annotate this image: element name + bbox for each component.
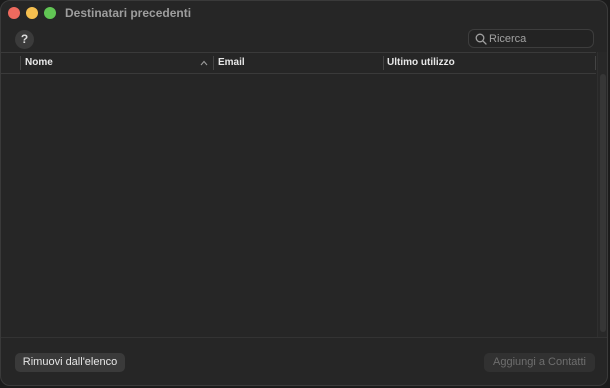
search-input[interactable] — [489, 31, 589, 46]
footer-divider — [1, 337, 607, 338]
column-separator[interactable] — [213, 56, 214, 70]
table-header: Nome Email Ultimo utilizzo — [1, 52, 596, 74]
column-separator — [595, 56, 596, 70]
remove-from-list-button[interactable]: Rimuovi dall'elenco — [15, 353, 125, 372]
search-field[interactable] — [468, 29, 594, 48]
column-header-ultimo-utilizzo[interactable]: Ultimo utilizzo — [387, 53, 455, 73]
recipients-table: Nome Email Ultimo utilizzo — [1, 52, 607, 337]
column-header-email[interactable]: Email — [218, 53, 245, 73]
column-separator[interactable] — [383, 56, 384, 70]
column-separator — [20, 56, 21, 70]
scrollbar-thumb[interactable] — [600, 74, 606, 332]
title-bar[interactable]: Destinatari precedenti — [1, 1, 607, 27]
search-icon — [475, 33, 487, 45]
add-to-contacts-button[interactable]: Aggiungi a Contatti — [484, 353, 595, 372]
recipients-window: Destinatari precedenti ? Nome Email Ulti… — [0, 0, 608, 386]
help-button[interactable]: ? — [15, 30, 34, 49]
window-title: Destinatari precedenti — [65, 6, 192, 20]
minimize-window-button[interactable] — [26, 7, 38, 19]
zoom-window-button[interactable] — [44, 7, 56, 19]
sort-ascending-icon — [200, 60, 208, 66]
close-window-button[interactable] — [8, 7, 20, 19]
column-header-nome[interactable]: Nome — [25, 53, 53, 73]
table-scrollbar[interactable] — [597, 52, 607, 337]
